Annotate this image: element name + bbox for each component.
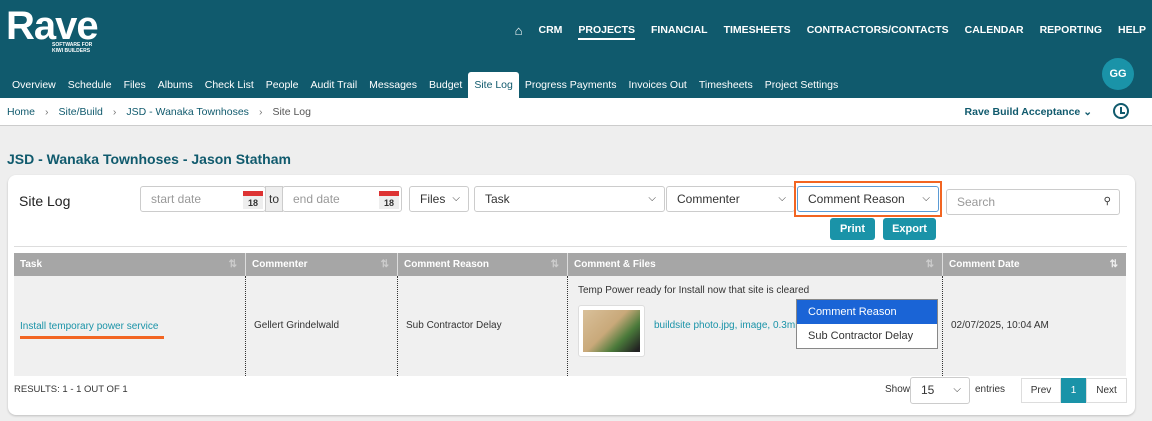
task-link[interactable]: Install temporary power service [20,321,158,332]
tab-progress-payments[interactable]: Progress Payments [519,72,623,98]
commenter-select-label: Commenter [677,192,740,206]
tab-invoices-out[interactable]: Invoices Out [622,72,692,98]
tab-schedule[interactable]: Schedule [62,72,118,98]
chevron-down-icon: ⌵ [953,384,961,395]
cell-task: Install temporary power service [14,276,246,376]
col-comment-reason[interactable]: Comment Reason ⇅ [398,253,568,276]
print-button[interactable]: Print [830,218,875,240]
col-label: Comment Reason [404,259,490,270]
chevron-down-icon: ⌵ [922,193,930,204]
comment-reason-dropdown: Comment Reason Sub Contractor Delay [796,299,938,349]
tab-albums[interactable]: Albums [152,72,199,98]
files-select-label: Files [420,192,446,206]
col-label: Task [20,259,43,270]
sort-icon[interactable]: ⇅ [551,253,559,276]
avatar[interactable]: GG [1102,58,1134,90]
calendar-icon[interactable]: 18 [379,191,399,209]
col-comment-files[interactable]: Comment & Files ⇅ [568,253,943,276]
comment-reason-select[interactable]: Comment Reason ⌵ [797,186,939,212]
nav-contractors[interactable]: CONTRACTORS/CONTACTS [807,24,949,36]
dropdown-option[interactable]: Sub Contractor Delay [797,324,937,348]
logo-tagline: SOFTWARE FOR KIWI BUILDERS [52,42,93,54]
top-nav: ⌂ CRM PROJECTS FINANCIAL TIMESHEETS CONT… [515,20,1146,40]
tab-budget[interactable]: Budget [423,72,468,98]
search-icon[interactable]: ⚲ [1104,190,1111,214]
header: Rave SOFTWARE FOR KIWI BUILDERS ⌂ CRM PR… [0,0,1152,98]
sort-desc-icon[interactable]: ⇅ [1110,253,1118,276]
commenter-select[interactable]: Commenter ⌵ [666,186,795,212]
file-link[interactable]: buildsite photo.jpg, image, 0.3mb [654,320,801,331]
breadcrumb-current: Site Log [272,105,311,118]
tab-overview[interactable]: Overview [6,72,62,98]
chevron-down-icon: ⌵ [778,193,786,204]
tab-check-list[interactable]: Check List [199,72,260,98]
search-input[interactable]: Search ⚲ [946,189,1120,215]
home-icon[interactable]: ⌂ [515,23,523,38]
dropdown-option[interactable]: Comment Reason [797,300,937,324]
cell-commenter: Gellert Grindelwald [246,276,398,376]
breadcrumb-site-build[interactable]: Site/Build [59,106,103,118]
col-commenter[interactable]: Commenter ⇅ [246,253,398,276]
nav-projects[interactable]: PROJECTS [578,24,636,40]
page-title: JSD - Wanaka Townhoses - Jason Statham [7,151,291,167]
entries-label: entries [975,384,1006,395]
start-date-input[interactable]: start date 18 [140,186,266,212]
clock-icon[interactable] [1113,103,1129,119]
task-select-label: Task [485,192,510,206]
task-select[interactable]: Task ⌵ [474,186,665,212]
files-select[interactable]: Files ⌵ [409,186,469,212]
tab-audit-trail[interactable]: Audit Trail [304,72,363,98]
entries-value: 15 [921,383,935,397]
col-label: Comment Date [949,259,1020,270]
chevron-down-icon: ⌵ [452,193,460,204]
comment-reason-select-label: Comment Reason [808,192,905,206]
nav-calendar[interactable]: CALENDAR [965,24,1024,36]
underline-highlight [20,336,164,339]
show-label: Show [885,384,911,395]
start-date-placeholder: start date [151,192,202,206]
export-button[interactable]: Export [883,218,936,240]
nav-help[interactable]: HELP [1118,24,1146,36]
results-count: RESULTS: 1 - 1 OUT OF 1 [14,384,128,395]
entries-select[interactable]: 15 ⌵ [910,377,970,404]
tab-project-settings[interactable]: Project Settings [759,72,845,98]
next-button[interactable]: Next [1086,378,1127,403]
comment-text: Temp Power ready for Install now that si… [578,285,810,296]
tab-site-log[interactable]: Site Log [468,72,519,98]
breadcrumb-project[interactable]: JSD - Wanaka Townhoses [126,106,249,118]
tab-people[interactable]: People [260,72,305,98]
page-1-button[interactable]: 1 [1061,378,1086,403]
chevron-down-icon: ⌄ [1083,106,1092,118]
project-selector-label: Rave Build Acceptance [964,106,1081,118]
project-tabs: Overview Schedule Files Albums Check Lis… [6,72,844,98]
cell-reason: Sub Contractor Delay [398,276,568,376]
tab-messages[interactable]: Messages [363,72,423,98]
nav-timesheets[interactable]: TIMESHEETS [724,24,791,36]
sort-icon[interactable]: ⇅ [926,253,934,276]
nav-crm[interactable]: CRM [538,24,562,36]
cell-date: 02/07/2025, 10:04 AM [943,276,1126,376]
chevron-down-icon: ⌵ [648,193,656,204]
sort-icon[interactable]: ⇅ [381,253,389,276]
col-label: Commenter [252,259,308,270]
breadcrumb-home[interactable]: Home [7,106,35,118]
col-task[interactable]: Task ⇅ [14,253,246,276]
nav-financial[interactable]: FINANCIAL [651,24,708,36]
search-placeholder: Search [957,195,996,209]
divider [14,246,1127,247]
calendar-icon[interactable]: 18 [243,191,263,209]
sort-icon[interactable]: ⇅ [229,253,237,276]
project-selector[interactable]: Rave Build Acceptance ⌄ [965,106,1092,118]
col-comment-date[interactable]: Comment Date ⇅ [943,253,1126,276]
nav-reporting[interactable]: REPORTING [1040,24,1102,36]
prev-button[interactable]: Prev [1021,378,1061,403]
col-label: Comment & Files [574,259,656,270]
end-date-input[interactable]: end date 18 [282,186,402,212]
tab-files[interactable]: Files [118,72,152,98]
card-title: Site Log [19,193,71,209]
tab-timesheets[interactable]: Timesheets [693,72,759,98]
end-date-placeholder: end date [293,192,340,206]
photo-thumbnail[interactable] [578,305,645,357]
to-label: to [265,186,283,212]
